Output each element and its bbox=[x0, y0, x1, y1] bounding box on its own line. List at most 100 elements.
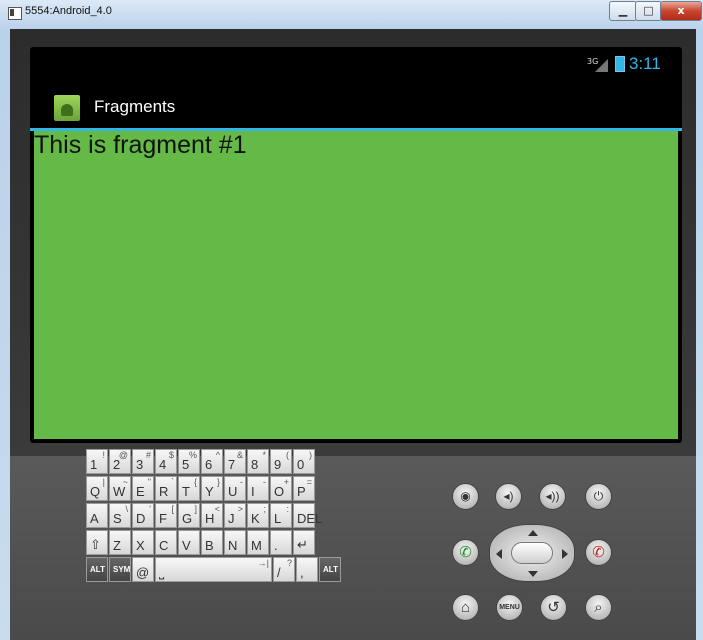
key-alt-label: & bbox=[236, 450, 243, 460]
key-0-6[interactable]: 7 & bbox=[224, 449, 246, 474]
dpad-down-icon[interactable] bbox=[528, 571, 538, 577]
key-3-8[interactable]: . bbox=[270, 530, 292, 555]
volume-down-button[interactable]: ◂) bbox=[495, 483, 522, 510]
dpad-up-icon[interactable] bbox=[528, 530, 538, 536]
key-label: G bbox=[182, 511, 193, 526]
window-titlebar: 5554:Android_4.0 ▁ □ x bbox=[0, 0, 703, 26]
key-label: R bbox=[159, 484, 169, 499]
close-button[interactable]: x bbox=[660, 1, 702, 21]
key-4-4[interactable]: /? bbox=[273, 557, 295, 582]
volume-up-button[interactable]: ◂)) bbox=[539, 483, 566, 510]
call-button[interactable]: ✆ bbox=[452, 539, 479, 566]
dpad-right-icon[interactable] bbox=[562, 549, 568, 559]
key-1-3[interactable]: R ` bbox=[155, 476, 177, 501]
key-2-7[interactable]: K; bbox=[247, 503, 269, 528]
key-label: . bbox=[274, 538, 278, 553]
key-3-4[interactable]: V bbox=[178, 530, 200, 555]
key-0-0[interactable]: 1! bbox=[86, 449, 108, 474]
volume-down-icon: ◂) bbox=[503, 489, 514, 503]
key-2-4[interactable]: G] bbox=[178, 503, 200, 528]
key-3-9[interactable]: ↵ bbox=[293, 530, 315, 555]
key-label: ALT bbox=[90, 565, 105, 574]
key-3-6[interactable]: N bbox=[224, 530, 246, 555]
key-label: T bbox=[182, 484, 190, 499]
power-button[interactable]: ⏻ bbox=[585, 483, 612, 510]
key-2-3[interactable]: F[ bbox=[155, 503, 177, 528]
key-label: 6 bbox=[205, 457, 213, 472]
key-0-8[interactable]: 9( bbox=[270, 449, 292, 474]
key-4-5[interactable]: , bbox=[296, 557, 318, 582]
dpad-center-button[interactable] bbox=[511, 542, 553, 564]
key-label: Q bbox=[90, 484, 101, 499]
menu-button[interactable]: MENU bbox=[496, 594, 523, 621]
key-1-7[interactable]: I- bbox=[247, 476, 269, 501]
device-top: 3G 3:11 Fragments This is fragment #1 bbox=[10, 29, 696, 456]
key-2-5[interactable]: H < bbox=[201, 503, 223, 528]
key-0-2[interactable]: 3 # bbox=[132, 449, 154, 474]
status-clock: 3:11 bbox=[629, 54, 661, 73]
signal-icon bbox=[595, 59, 608, 72]
key-3-7[interactable]: M bbox=[247, 530, 269, 555]
key-label: / bbox=[277, 565, 281, 580]
maximize-button[interactable]: □ bbox=[635, 1, 662, 21]
key-label: 1 bbox=[90, 457, 98, 472]
key-label: S bbox=[113, 511, 122, 526]
key-1-9[interactable]: P = bbox=[293, 476, 315, 501]
key-2-0[interactable]: A bbox=[86, 503, 108, 528]
key-0-4[interactable]: 5% bbox=[178, 449, 200, 474]
app-launcher-icon[interactable] bbox=[54, 95, 80, 121]
key-3-5[interactable]: B bbox=[201, 530, 223, 555]
key-alt-label: - bbox=[240, 477, 243, 487]
key-label: Y bbox=[205, 484, 214, 499]
key-alt-label: # bbox=[145, 450, 151, 460]
key-3-3[interactable]: C bbox=[155, 530, 177, 555]
key-2-9[interactable]: DEL bbox=[293, 503, 322, 528]
key-4-1[interactable]: SYM bbox=[109, 557, 131, 582]
search-icon: ⌕ bbox=[594, 599, 603, 616]
key-label: F bbox=[159, 511, 167, 526]
key-label: P bbox=[297, 484, 306, 499]
battery-icon bbox=[615, 56, 625, 72]
back-button[interactable]: ↺ bbox=[540, 594, 567, 621]
key-1-5[interactable]: Y} bbox=[201, 476, 223, 501]
key-4-6[interactable]: ALT bbox=[319, 557, 341, 582]
key-2-1[interactable]: S \ bbox=[109, 503, 131, 528]
key-0-3[interactable]: 4 $ bbox=[155, 449, 177, 474]
key-alt-label: { bbox=[193, 477, 197, 487]
key-0-5[interactable]: 6 ^ bbox=[201, 449, 223, 474]
key-1-8[interactable]: O + bbox=[270, 476, 292, 501]
end-call-button[interactable]: ✆ bbox=[585, 539, 612, 566]
key-0-1[interactable]: 2 @ bbox=[109, 449, 131, 474]
key-4-3[interactable]: ⎵ →| bbox=[155, 557, 272, 582]
key-4-2[interactable]: @ bbox=[132, 557, 154, 582]
key-1-4[interactable]: T{ bbox=[178, 476, 200, 501]
key-3-1[interactable]: Z bbox=[109, 530, 131, 555]
key-3-2[interactable]: X bbox=[132, 530, 154, 555]
key-0-9[interactable]: 0) bbox=[293, 449, 315, 474]
dpad[interactable] bbox=[489, 524, 575, 582]
key-1-2[interactable]: E " bbox=[132, 476, 154, 501]
key-0-7[interactable]: 8 * bbox=[247, 449, 269, 474]
key-label: E bbox=[136, 484, 145, 499]
key-1-0[interactable]: Q | bbox=[86, 476, 108, 501]
home-icon: ⌂ bbox=[460, 599, 471, 616]
key-2-2[interactable]: D ' bbox=[132, 503, 154, 528]
home-button[interactable]: ⌂ bbox=[452, 594, 479, 621]
key-alt-label: + bbox=[283, 477, 289, 487]
camera-button[interactable]: ◉ bbox=[452, 483, 479, 510]
key-3-0[interactable]: ⇧ bbox=[86, 530, 108, 555]
key-2-6[interactable]: J > bbox=[224, 503, 246, 528]
key-alt-label: * bbox=[262, 450, 266, 460]
window-title: 5554:Android_4.0 bbox=[25, 5, 112, 17]
volume-up-icon: ◂)) bbox=[545, 489, 560, 503]
key-alt-label: ? bbox=[286, 558, 292, 568]
key-label: N bbox=[228, 538, 238, 553]
key-4-0[interactable]: ALT bbox=[86, 557, 108, 582]
dpad-left-icon[interactable] bbox=[496, 549, 502, 559]
minimize-button[interactable]: ▁ bbox=[609, 1, 637, 21]
search-button[interactable]: ⌕ bbox=[585, 594, 612, 621]
key-label: 7 bbox=[228, 457, 236, 472]
key-1-6[interactable]: U- bbox=[224, 476, 246, 501]
key-1-1[interactable]: W ~ bbox=[109, 476, 131, 501]
key-2-8[interactable]: L: bbox=[270, 503, 292, 528]
